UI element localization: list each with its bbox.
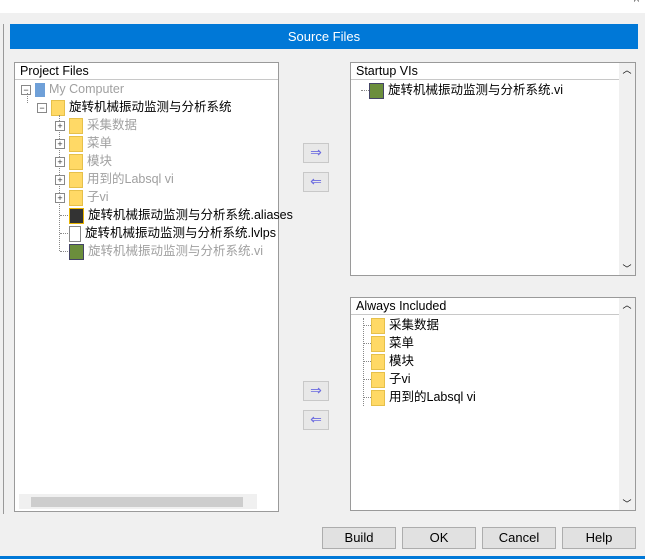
- always-included-item[interactable]: 菜单: [371, 334, 414, 352]
- folder-icon: [371, 389, 385, 406]
- expand-toggle[interactable]: +: [55, 121, 65, 131]
- tree-item[interactable]: 子vi: [69, 188, 109, 206]
- folder-icon: [69, 117, 83, 134]
- ok-button[interactable]: OK: [402, 527, 476, 549]
- scrollbar-thumb[interactable]: [31, 497, 243, 507]
- collapse-caret-icon[interactable]: ^: [634, 0, 639, 8]
- expand-toggle[interactable]: +: [55, 139, 65, 149]
- expand-toggle[interactable]: +: [55, 193, 65, 203]
- remove-startup-button[interactable]: ⇐: [303, 172, 329, 192]
- vi-icon: [369, 82, 384, 99]
- expand-toggle[interactable]: +: [55, 157, 65, 167]
- source-files-title: Source Files: [10, 24, 638, 49]
- always-included-header: Always Included: [351, 298, 619, 315]
- folder-icon: [69, 189, 83, 206]
- folder-icon: [371, 317, 385, 334]
- always-included-item[interactable]: 子vi: [371, 370, 411, 388]
- startup-vis-header: Startup VIs: [351, 63, 619, 80]
- remove-always-included-button[interactable]: ⇐: [303, 410, 329, 430]
- add-startup-button[interactable]: ⇒: [303, 143, 329, 163]
- folder-icon: [371, 353, 385, 370]
- project-files-header: Project Files: [15, 63, 278, 80]
- horizontal-scrollbar[interactable]: [19, 494, 257, 509]
- computer-icon: [35, 82, 45, 97]
- left-edge-panel: [0, 24, 4, 514]
- expand-toggle[interactable]: +: [55, 175, 65, 185]
- aliases-icon: [69, 207, 84, 224]
- vertical-scrollbar[interactable]: ︿ ﹀: [619, 63, 635, 275]
- always-included-panel[interactable]: Always Included ︿ ﹀ 采集数据 菜单 模块 子vi 用到的Labsql …: [350, 297, 636, 511]
- folder-icon: [69, 135, 83, 152]
- startup-vis-panel[interactable]: Startup VIs ︿ ﹀ 旋转机械振动监测与分析系统.vi: [350, 62, 636, 276]
- project-files-panel[interactable]: Project Files − My Computer − 旋转机械振动监测与分…: [14, 62, 293, 512]
- tree-item-project[interactable]: 旋转机械振动监测与分析系统: [51, 98, 232, 116]
- cancel-button[interactable]: Cancel: [482, 527, 556, 549]
- top-bar: ^: [0, 0, 645, 13]
- always-included-item[interactable]: 用到的Labsql vi: [371, 388, 476, 406]
- folder-icon: [371, 371, 385, 388]
- help-button[interactable]: Help: [562, 527, 636, 549]
- tree-item[interactable]: 菜单: [69, 134, 112, 152]
- build-button[interactable]: Build: [322, 527, 396, 549]
- vertical-scrollbar[interactable]: ︿ ﹀: [619, 298, 635, 510]
- tree-item[interactable]: 模块: [69, 152, 112, 170]
- vi-icon: [69, 243, 84, 260]
- folder-icon: [51, 99, 65, 116]
- tree-item[interactable]: 旋转机械振动监测与分析系统.vi: [69, 242, 263, 260]
- tree-item[interactable]: 采集数据: [69, 116, 137, 134]
- always-included-item[interactable]: 采集数据: [371, 316, 439, 334]
- tree-item[interactable]: 旋转机械振动监测与分析系统.lvlps: [69, 224, 276, 242]
- file-icon: [69, 225, 81, 242]
- tree-item[interactable]: 旋转机械振动监测与分析系统.aliases: [69, 206, 293, 224]
- always-included-item[interactable]: 模块: [371, 352, 414, 370]
- tree-item-my-computer[interactable]: My Computer: [35, 80, 124, 98]
- tree-item[interactable]: 用到的Labsql vi: [69, 170, 174, 188]
- folder-icon: [69, 171, 83, 188]
- folder-icon: [69, 153, 83, 170]
- collapse-toggle[interactable]: −: [37, 103, 47, 113]
- collapse-toggle[interactable]: −: [21, 85, 31, 95]
- add-always-included-button[interactable]: ⇒: [303, 381, 329, 401]
- folder-icon: [371, 335, 385, 352]
- startup-vi-item[interactable]: 旋转机械振动监测与分析系统.vi: [369, 81, 563, 99]
